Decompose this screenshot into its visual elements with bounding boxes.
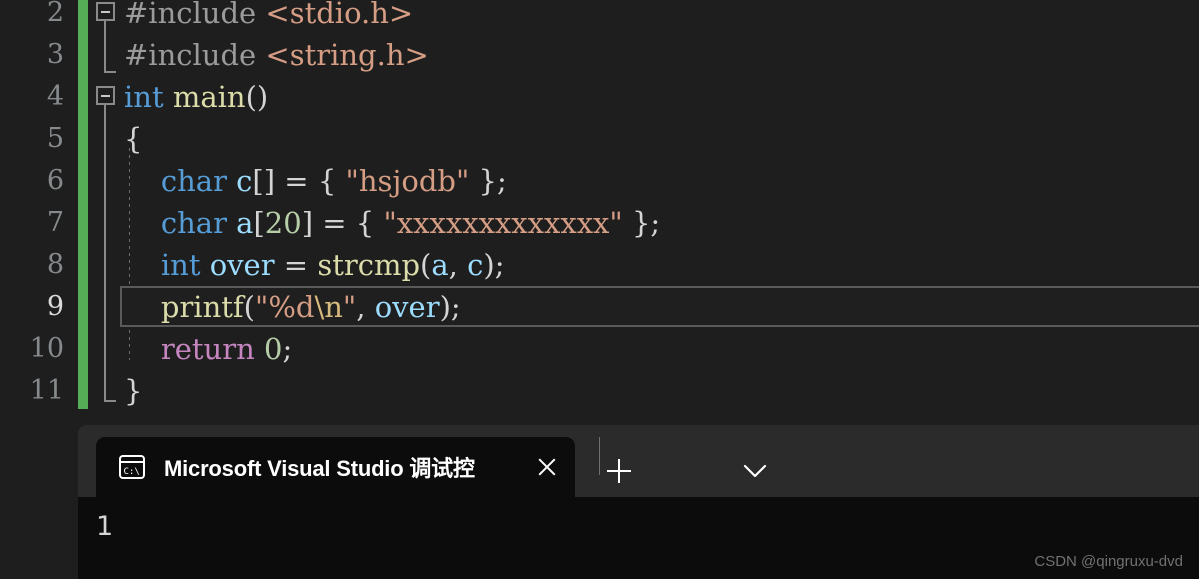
code-line-5: {: [124, 118, 142, 160]
include-header: <string.h>: [265, 38, 429, 72]
variable-c: c: [236, 164, 253, 198]
function-call-strcmp: strcmp: [317, 248, 421, 282]
brace-open: {: [124, 122, 143, 156]
code-editor[interactable]: 2 3 4 5 6 7 8 9 10 11 #include <stdio.h>…: [0, 0, 1199, 418]
code-line-7: char a[20] = { "xxxxxxxxxxxxx" };: [124, 202, 660, 244]
console-cmd-icon: C:\: [118, 453, 146, 481]
terminal-tab-title: Microsoft Visual Studio 调试控: [164, 456, 475, 481]
close-icon[interactable]: [525, 445, 569, 489]
include-header: <stdio.h>: [265, 0, 414, 30]
brace-close: }: [469, 164, 497, 198]
string-literal: "hsjodb": [345, 164, 470, 198]
format-string-end: ": [342, 290, 357, 324]
code-line-11: }: [124, 370, 142, 412]
parentheses: (): [245, 80, 269, 114]
preprocessor-directive: #include: [124, 0, 257, 30]
assign-operator: =: [313, 206, 356, 240]
bracket-open: [: [253, 206, 265, 240]
terminal-output-line: 1: [96, 511, 114, 542]
code-line-4: int main(): [124, 76, 268, 118]
array-brackets: []: [252, 164, 276, 198]
code-line-8: int over = strcmp(a, c);: [124, 244, 505, 286]
variable-over: over: [209, 248, 275, 282]
chevron-down-icon[interactable]: [733, 449, 777, 493]
comma: ,: [356, 290, 375, 324]
brace-open: {: [317, 164, 346, 198]
argument-c: c: [467, 248, 484, 282]
assign-operator: =: [274, 248, 318, 282]
keyword-char: char: [160, 164, 227, 198]
string-literal: "xxxxxxxxxxxxx": [383, 206, 623, 240]
comma: ,: [448, 248, 468, 282]
argument-over: over: [374, 290, 440, 324]
code-line-6: char c[] = { "hsjodb" };: [124, 160, 507, 202]
escape-sequence: \n: [314, 290, 343, 324]
keyword-int: int: [124, 80, 164, 114]
paren-open: (: [243, 290, 255, 324]
keyword-char: char: [160, 206, 227, 240]
brace-close: }: [622, 206, 651, 240]
code-content[interactable]: #include <stdio.h> #include <string.h> i…: [0, 0, 1199, 418]
brace-close: }: [124, 374, 143, 408]
format-string: "%d: [254, 290, 315, 324]
assign-operator: =: [275, 164, 318, 198]
code-line-2: #include <stdio.h>: [124, 0, 413, 34]
array-size: 20: [264, 206, 302, 240]
svg-text:C:\: C:\: [124, 467, 140, 477]
watermark-text: CSDN @qingruxu-dvd: [1034, 553, 1183, 570]
semicolon: ;: [650, 206, 661, 240]
code-line-10: return 0;: [124, 328, 292, 370]
terminal-tab-bar[interactable]: C:\ Microsoft Visual Studio 调试控: [78, 425, 1199, 497]
paren-close: ): [439, 290, 451, 324]
variable-a: a: [236, 206, 254, 240]
return-value: 0: [264, 332, 283, 366]
keyword-int: int: [160, 248, 201, 282]
semicolon: ;: [496, 164, 507, 198]
terminal-tab-active[interactable]: C:\ Microsoft Visual Studio 调试控: [96, 437, 575, 497]
semicolon: ;: [282, 332, 293, 366]
brace-open: {: [355, 206, 384, 240]
paren-close: ): [483, 248, 495, 282]
terminal-output-area[interactable]: 1: [78, 497, 1199, 579]
function-name-main: main: [172, 80, 246, 114]
tab-bar-separator: [599, 437, 600, 475]
keyword-return: return: [160, 332, 255, 366]
code-line-9: printf("%d\n", over);: [124, 286, 461, 328]
bracket-close: ]: [301, 206, 314, 240]
new-tab-icon[interactable]: [597, 449, 641, 493]
semicolon: ;: [450, 290, 461, 324]
argument-a: a: [431, 248, 449, 282]
semicolon: ;: [494, 248, 505, 282]
terminal-window[interactable]: C:\ Microsoft Visual Studio 调试控 1: [78, 425, 1199, 579]
function-call-printf: printf: [160, 290, 244, 324]
preprocessor-directive: #include: [124, 38, 257, 72]
code-line-3: #include <string.h>: [124, 34, 429, 76]
paren-open: (: [420, 248, 432, 282]
